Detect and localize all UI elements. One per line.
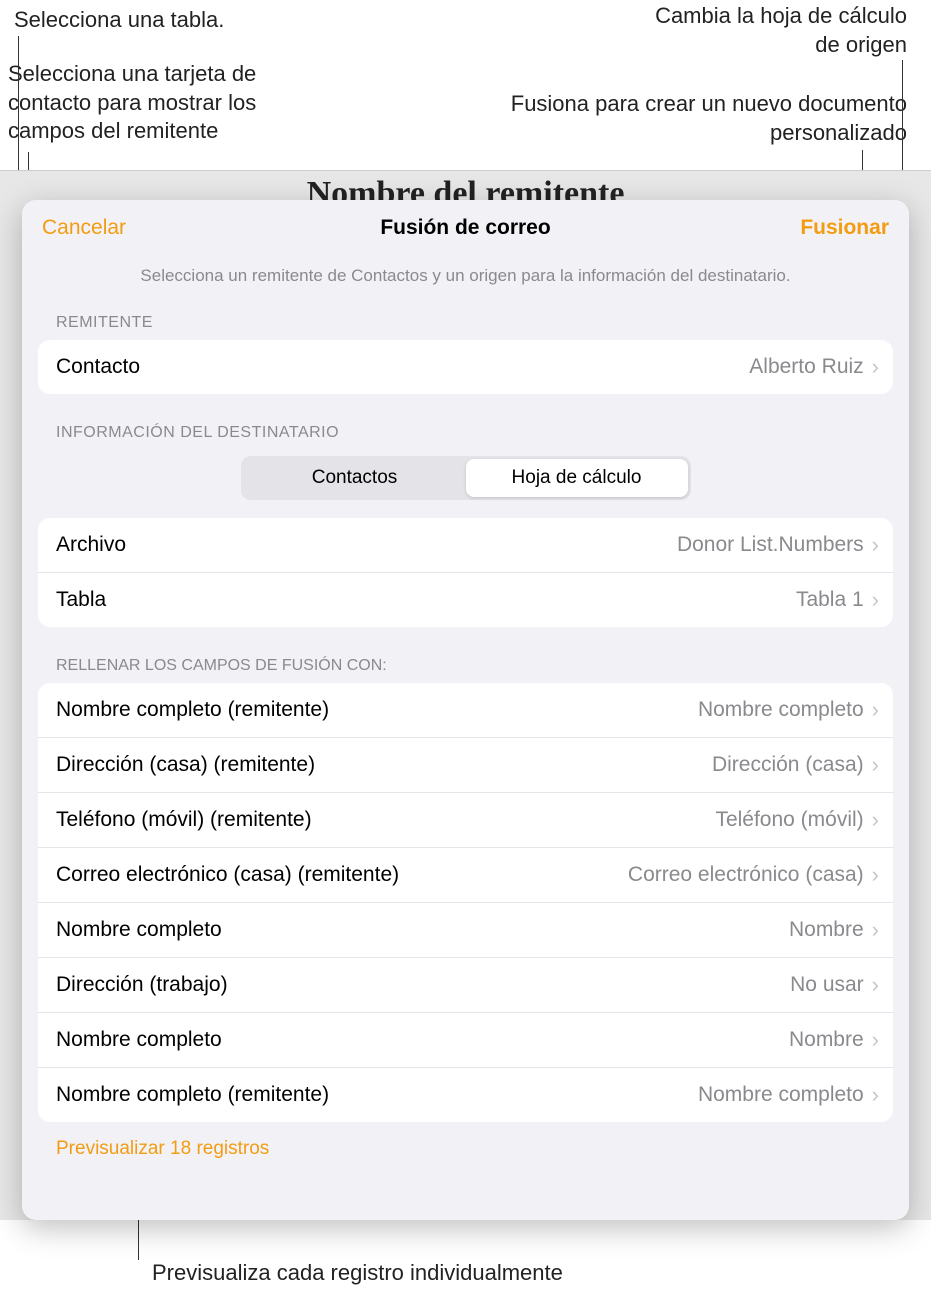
segment-contacts[interactable]: Contactos — [244, 459, 466, 497]
merge-field-row[interactable]: Nombre completoNombre › — [38, 1013, 893, 1068]
fields-list: Nombre completo (remitente)Nombre comple… — [38, 683, 893, 1122]
cancel-button[interactable]: Cancelar — [42, 216, 126, 240]
chevron-right-icon: › — [872, 589, 879, 611]
chevron-right-icon: › — [872, 864, 879, 886]
merge-field-row[interactable]: Nombre completo (remitente)Nombre comple… — [38, 1068, 893, 1122]
merge-field-value: Correo electrónico (casa) — [628, 863, 864, 887]
merge-field-value: No usar — [790, 973, 864, 997]
merge-field-value: Nombre completo — [698, 1083, 864, 1107]
merge-field-label: Dirección (trabajo) — [56, 973, 790, 997]
contact-value: Alberto Ruiz — [749, 355, 863, 379]
merge-field-label: Nombre completo — [56, 1028, 789, 1052]
file-table-list: Archivo Donor List.Numbers › Tabla Tabla… — [38, 518, 893, 627]
chevron-right-icon: › — [872, 1084, 879, 1106]
merge-field-label: Correo electrónico (casa) (remitente) — [56, 863, 628, 887]
sheet-header: Cancelar Fusión de correo Fusionar — [22, 200, 909, 256]
leader-line — [138, 1218, 139, 1260]
file-value: Donor List.Numbers — [677, 533, 864, 557]
contact-label: Contacto — [56, 355, 749, 379]
merge-field-row[interactable]: Dirección (casa) (remitente)Dirección (c… — [38, 738, 893, 793]
segment-spreadsheet[interactable]: Hoja de cálculo — [466, 459, 688, 497]
merge-field-row[interactable]: Nombre completoNombre › — [38, 903, 893, 958]
sender-list: Contacto Alberto Ruiz › — [38, 340, 893, 394]
chevron-right-icon: › — [872, 1029, 879, 1051]
file-label: Archivo — [56, 533, 677, 557]
sheet-subtitle: Selecciona un remitente de Contactos y u… — [22, 256, 909, 308]
callout-select-table: Selecciona una tabla. — [14, 6, 324, 35]
merge-field-row[interactable]: Nombre completo (remitente)Nombre comple… — [38, 683, 893, 738]
merge-field-value: Teléfono (móvil) — [715, 808, 863, 832]
chevron-right-icon: › — [872, 919, 879, 941]
callout-merge-doc: Fusiona para crear un nuevo documento pe… — [507, 90, 907, 147]
merge-field-value: Nombre completo — [698, 698, 864, 722]
merge-field-label: Nombre completo (remitente) — [56, 1083, 698, 1107]
recipient-section-header: INFORMACIÓN DEL DESTINATARIO — [22, 418, 909, 450]
table-row[interactable]: Tabla Tabla 1 › — [38, 573, 893, 627]
chevron-right-icon: › — [872, 754, 879, 776]
merge-field-value: Nombre — [789, 1028, 864, 1052]
callout-change-spreadsheet: Cambia la hoja de cálculo de origen — [627, 2, 907, 59]
file-row[interactable]: Archivo Donor List.Numbers › — [38, 518, 893, 573]
contact-row[interactable]: Contacto Alberto Ruiz › — [38, 340, 893, 394]
preview-records-link[interactable]: Previsualizar 18 registros — [22, 1128, 303, 1170]
chevron-right-icon: › — [872, 974, 879, 996]
chevron-right-icon: › — [872, 356, 879, 378]
merge-field-value: Dirección (casa) — [712, 753, 864, 777]
callout-select-contact-card: Selecciona una tarjeta de contacto para … — [8, 60, 328, 146]
merge-field-label: Nombre completo (remitente) — [56, 698, 698, 722]
table-label: Tabla — [56, 588, 796, 612]
sender-section-header: REMITENTE — [22, 308, 909, 340]
merge-button[interactable]: Fusionar — [800, 216, 889, 240]
merge-field-row[interactable]: Teléfono (móvil) (remitente)Teléfono (mó… — [38, 793, 893, 848]
table-value: Tabla 1 — [796, 588, 864, 612]
chevron-right-icon: › — [872, 809, 879, 831]
merge-field-row[interactable]: Dirección (trabajo)No usar › — [38, 958, 893, 1013]
mail-merge-sheet: Cancelar Fusión de correo Fusionar Selec… — [22, 200, 909, 1220]
merge-field-label: Teléfono (móvil) (remitente) — [56, 808, 715, 832]
sheet-title: Fusión de correo — [380, 216, 550, 240]
fields-section-header: RELLENAR LOS CAMPOS DE FUSIÓN CON: — [22, 651, 909, 683]
merge-field-value: Nombre — [789, 918, 864, 942]
chevron-right-icon: › — [872, 534, 879, 556]
recipient-source-segmented[interactable]: Contactos Hoja de cálculo — [241, 456, 691, 500]
chevron-right-icon: › — [872, 699, 879, 721]
merge-field-label: Nombre completo — [56, 918, 789, 942]
callout-preview-records: Previsualiza cada registro individualmen… — [152, 1259, 752, 1288]
merge-field-label: Dirección (casa) (remitente) — [56, 753, 712, 777]
merge-field-row[interactable]: Correo electrónico (casa) (remitente)Cor… — [38, 848, 893, 903]
